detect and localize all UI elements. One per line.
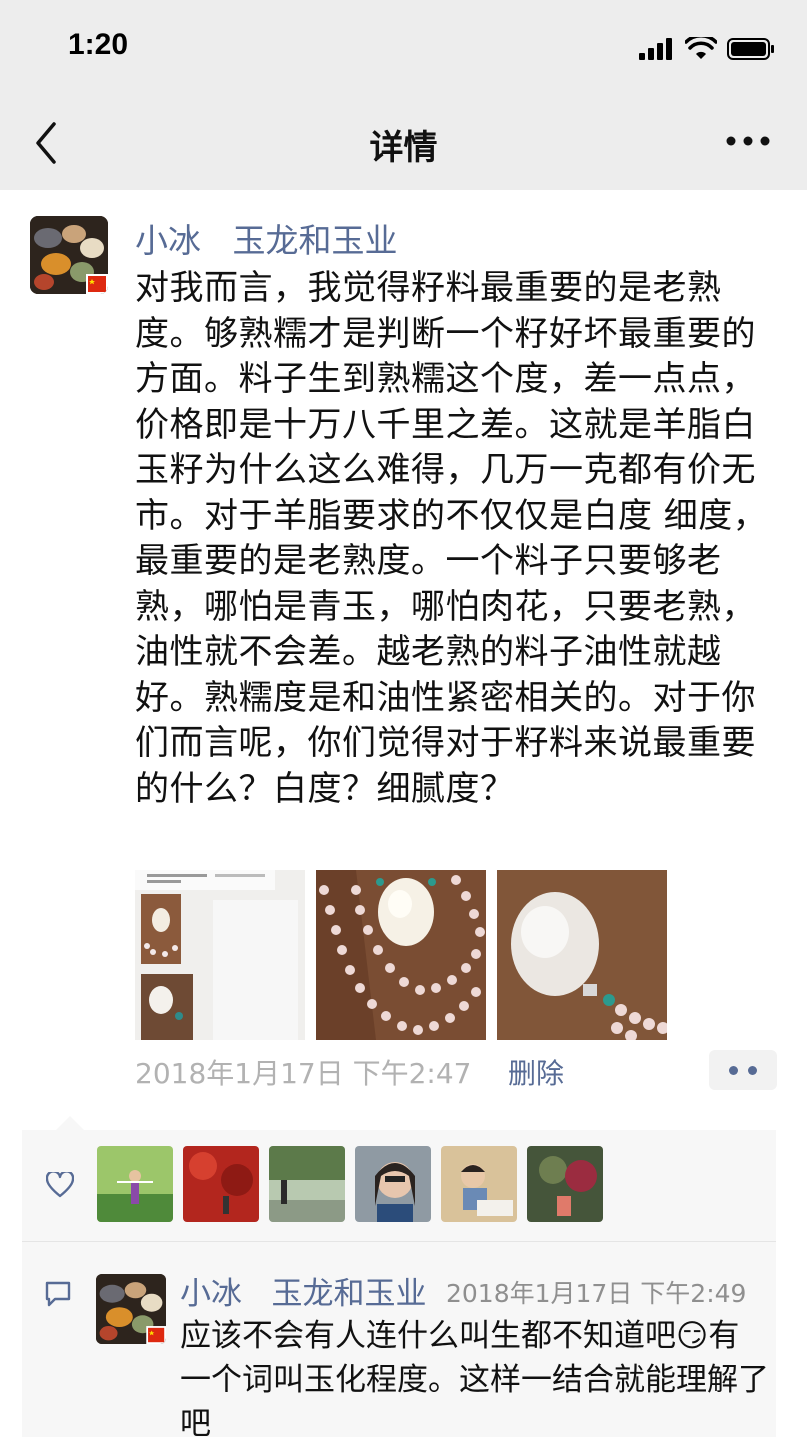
liker-avatar[interactable] bbox=[527, 1146, 603, 1222]
liker-avatar[interactable] bbox=[97, 1146, 173, 1222]
status-icons bbox=[639, 36, 775, 62]
post-photo[interactable] bbox=[316, 870, 486, 1040]
post-photo[interactable] bbox=[135, 870, 305, 1040]
delete-button[interactable]: 删除 bbox=[508, 1052, 564, 1092]
social-panel: 小冰 玉龙和玉业 2018年1月17日 下午2:49 应该不会有人连什么叫生都不… bbox=[22, 1116, 776, 1442]
panel-pointer bbox=[56, 1116, 84, 1130]
comment-author[interactable]: 小冰 玉龙和玉业 bbox=[180, 1268, 427, 1313]
dot-icon bbox=[729, 1066, 738, 1075]
page-title: 详情 bbox=[369, 128, 438, 168]
post-actions-button[interactable] bbox=[709, 1050, 777, 1090]
author-avatar[interactable] bbox=[30, 216, 108, 294]
dot-icon bbox=[748, 1066, 757, 1075]
heart-icon bbox=[46, 1172, 74, 1198]
wifi-icon bbox=[685, 37, 717, 59]
liker-avatar[interactable] bbox=[269, 1146, 345, 1222]
post-timestamp: 2018年1月17日 下午2:47 bbox=[135, 1057, 472, 1090]
commenter-avatar[interactable] bbox=[96, 1274, 166, 1344]
liker-avatar[interactable] bbox=[183, 1146, 259, 1222]
liker-avatar[interactable] bbox=[441, 1146, 517, 1222]
more-dots-icon[interactable] bbox=[725, 134, 771, 148]
comment-icon bbox=[45, 1281, 71, 1307]
post-photo[interactable] bbox=[497, 870, 667, 1040]
likes-row bbox=[22, 1130, 776, 1242]
post-text: 对我而言，我觉得籽料最重要的是老熟度。够熟糯才是判断一个籽好坏最重要的方面。料子… bbox=[135, 268, 768, 809]
liker-avatar[interactable] bbox=[355, 1146, 431, 1222]
battery-icon bbox=[727, 38, 774, 60]
signal-icon bbox=[639, 38, 672, 60]
comment-time: 2018年1月17日 下午2:49 bbox=[446, 1279, 747, 1308]
comment-text: 应该不会有人连什么叫生都不知道吧😏有一个词叫玉化程度。这样一结合就能理解了吧 bbox=[180, 1318, 769, 1442]
top-bar: 1:20 详情 bbox=[0, 0, 807, 190]
status-time: 1:20 bbox=[68, 28, 129, 61]
photo-grid bbox=[135, 870, 667, 1040]
post-author[interactable]: 小冰 玉龙和玉业 bbox=[135, 214, 397, 262]
